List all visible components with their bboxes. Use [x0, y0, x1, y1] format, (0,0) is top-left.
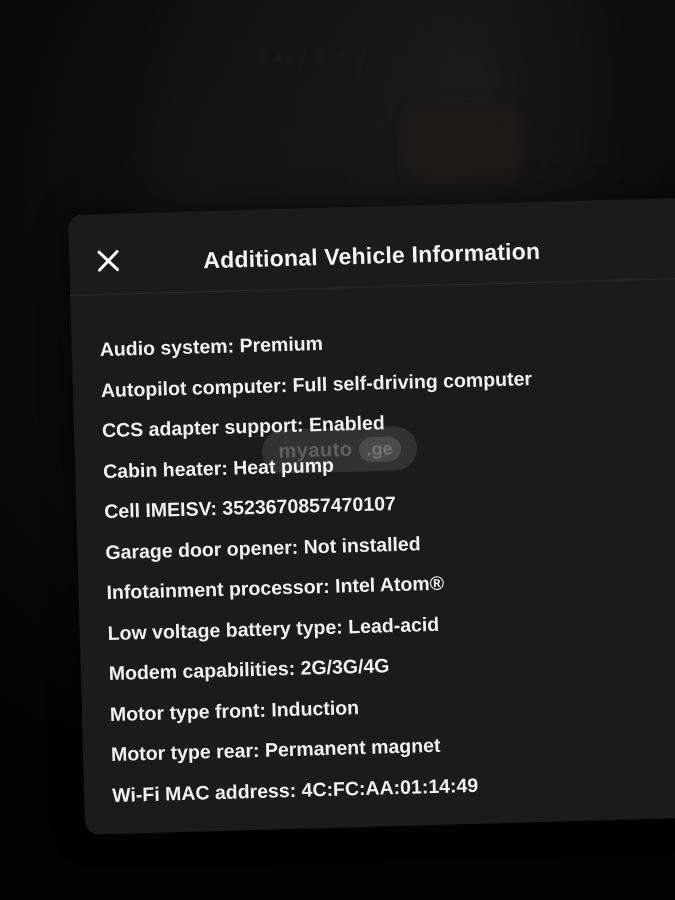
background-blurred-text: Easy Entry — [258, 46, 367, 68]
vehicle-info-dialog: Additional Vehicle Information Audio sys… — [68, 197, 675, 835]
info-label: Autopilot computer — [101, 374, 293, 401]
close-button[interactable] — [95, 248, 122, 275]
info-value: 3523670857470107 — [222, 492, 397, 520]
info-label: Garage door opener — [105, 536, 304, 564]
dialog-title: Additional Vehicle Information — [202, 237, 541, 274]
info-label: CCS adapter support — [102, 414, 309, 442]
dialog-header: Additional Vehicle Information — [68, 197, 675, 296]
info-value: 4C:FC:AA:01:14:49 — [301, 774, 479, 802]
info-value: Not installed — [303, 532, 421, 559]
info-value: Intel Atom® — [334, 572, 445, 598]
vehicle-info-list: Audio systemPremium Autopilot computerFu… — [99, 326, 544, 824]
info-label: Motor type rear — [111, 740, 265, 766]
info-value: Permanent magnet — [264, 734, 441, 762]
background-blurred-shape — [410, 110, 520, 180]
info-value: Lead-acid — [347, 613, 440, 638]
info-label: Infotainment processor — [106, 576, 335, 604]
info-value: Premium — [239, 332, 324, 358]
info-value: 2G/3G/4G — [300, 655, 390, 680]
info-label: Cabin heater — [103, 457, 234, 483]
info-label: Modem capabilities — [109, 658, 301, 685]
info-label: Motor type front — [110, 699, 272, 725]
info-value: Full self-driving computer — [292, 367, 533, 397]
info-label: Cell IMEISV — [104, 498, 223, 523]
info-label: Low voltage battery type — [107, 616, 348, 645]
info-label: Audio system — [99, 335, 239, 361]
close-icon — [97, 250, 120, 272]
info-value: Enabled — [308, 412, 386, 437]
info-label: Wi-Fi MAC address — [112, 779, 302, 806]
info-value: Heat pump — [232, 454, 335, 479]
info-value: Induction — [271, 696, 360, 722]
